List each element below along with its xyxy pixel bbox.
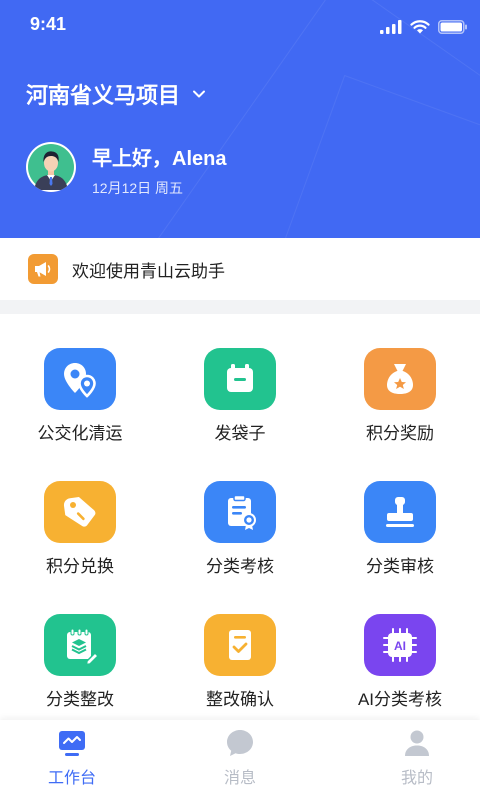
feature-label: 积分兑换 <box>46 557 114 576</box>
tab-label: 工作台 <box>47 770 96 787</box>
tab-profile[interactable]: 我的 <box>357 728 477 788</box>
feature-grid: 公交化清运 发袋子 积分奖励 积分兑换 分类考核 分类审核 分类整改 整改确认 … <box>0 314 480 720</box>
location-pin-icon <box>44 348 116 410</box>
document-check-icon <box>204 614 276 676</box>
bag-icon <box>204 348 276 410</box>
status-time: 9:41 <box>30 14 67 34</box>
feature-classification-rectify[interactable]: 分类整改 <box>0 580 160 710</box>
notice-bar[interactable]: 欢迎使用青山云助手 <box>0 238 480 300</box>
message-icon <box>227 730 253 756</box>
status-icons <box>380 20 468 34</box>
avatar[interactable] <box>26 142 76 192</box>
profile-icon <box>405 730 429 756</box>
tab-workbench[interactable]: 工作台 <box>12 728 132 788</box>
tab-label: 我的 <box>400 770 433 787</box>
feature-bus-collection[interactable]: 公交化清运 <box>0 314 160 444</box>
header: 9:41 河南省义马项目 早上好，Alena 12月12日 周五 <box>0 0 480 238</box>
greeting-text: 早上好，Alena <box>92 148 227 170</box>
feature-label: 分类整改 <box>46 690 114 709</box>
feature-points-exchange[interactable]: 积分兑换 <box>0 447 160 577</box>
feature-label: 积分奖励 <box>366 424 434 443</box>
chevron-down-icon <box>193 90 206 98</box>
feature-label: 发袋子 <box>214 424 266 443</box>
ai-chip-icon: AI <box>364 614 436 676</box>
status-bar: 9:41 <box>0 0 480 48</box>
megaphone-icon <box>28 254 58 284</box>
signal-icon <box>380 20 402 34</box>
tab-bar: 工作台 消息 我的 <box>0 720 480 800</box>
feature-label: 分类审核 <box>366 557 434 576</box>
svg-text:AI: AI <box>394 639 406 653</box>
feature-label: 分类考核 <box>206 557 274 576</box>
section-divider <box>0 300 480 314</box>
notice-text: 欢迎使用青山云助手 <box>72 261 225 281</box>
tab-messages[interactable]: 消息 <box>180 728 300 788</box>
workbench-icon <box>59 731 85 756</box>
feature-classification-assessment[interactable]: 分类考核 <box>160 447 320 577</box>
tab-label: 消息 <box>223 770 256 787</box>
feature-rectify-confirm[interactable]: 整改确认 <box>160 580 320 710</box>
stamp-icon <box>364 481 436 543</box>
clipboard-badge-icon <box>204 481 276 543</box>
feature-label: 公交化清运 <box>37 424 123 443</box>
project-name: 河南省义马项目 <box>26 83 181 108</box>
money-bag-icon <box>364 348 436 410</box>
feature-label: AI分类考核 <box>357 690 443 709</box>
feature-classification-review[interactable]: 分类审核 <box>320 447 480 577</box>
user-avatar-icon <box>28 144 74 190</box>
feature-bags[interactable]: 发袋子 <box>160 314 320 444</box>
feature-points-reward[interactable]: 积分奖励 <box>320 314 480 444</box>
battery-icon <box>438 20 467 34</box>
feature-label: 整改确认 <box>206 690 274 709</box>
wifi-icon <box>410 20 430 34</box>
date-text: 12月12日 周五 <box>92 180 184 196</box>
tag-icon <box>44 481 116 543</box>
project-selector[interactable]: 河南省义马项目 <box>26 78 206 110</box>
notepad-edit-icon <box>44 614 116 676</box>
feature-ai-assessment[interactable]: AI AI分类考核 <box>320 580 480 710</box>
